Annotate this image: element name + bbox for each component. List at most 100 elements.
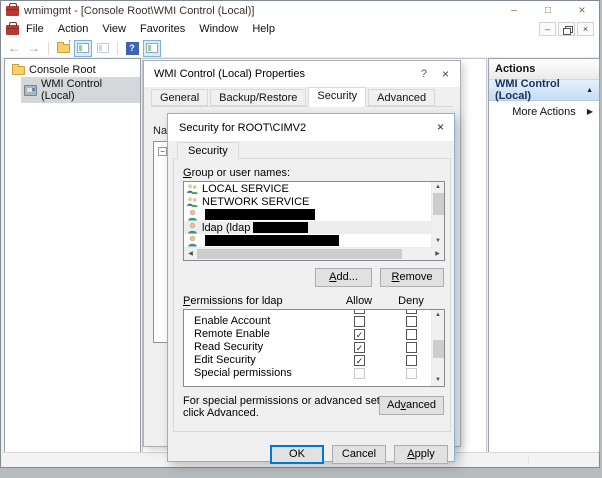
tab-advanced[interactable]: Advanced bbox=[368, 89, 436, 106]
user-row[interactable] bbox=[184, 208, 431, 221]
permission-name: Read Security bbox=[194, 341, 264, 353]
allow-checkbox[interactable] bbox=[354, 316, 365, 327]
forward-icon[interactable]: → bbox=[25, 40, 43, 57]
security-close-icon[interactable]: × bbox=[437, 120, 444, 134]
scroll-right-icon[interactable]: ▶ bbox=[431, 248, 444, 260]
up-one-level-icon[interactable]: ↑ bbox=[54, 36, 73, 57]
user-icon bbox=[188, 222, 197, 234]
deny-checkbox[interactable] bbox=[406, 355, 417, 366]
vertical-scrollbar[interactable]: ▲ ▼ bbox=[431, 182, 444, 247]
mdi-controls: – × bbox=[539, 22, 594, 36]
mdi-minimize-button[interactable]: – bbox=[539, 22, 556, 36]
actions-header: Actions bbox=[489, 59, 599, 80]
vertical-scrollbar[interactable]: ▲ ▼ bbox=[431, 310, 444, 386]
expand-right-icon: ▶ bbox=[586, 107, 593, 116]
user-name: NETWORK SERVICE bbox=[202, 195, 310, 208]
collapse-icon[interactable]: ▲ bbox=[586, 87, 593, 94]
redacted-bar bbox=[205, 235, 339, 246]
permission-row[interactable]: Special permissions bbox=[184, 367, 444, 380]
redacted-bar bbox=[205, 209, 315, 220]
mdi-restore-button[interactable] bbox=[558, 22, 575, 36]
actions-group-row[interactable]: WMI Control (Local) ▲ bbox=[489, 78, 599, 102]
scroll-down-icon[interactable]: ▼ bbox=[432, 375, 444, 386]
show-console-tree-icon[interactable] bbox=[74, 39, 92, 57]
allow-checkbox[interactable] bbox=[354, 310, 365, 314]
scrollbar-thumb[interactable] bbox=[433, 340, 444, 358]
maximize-button[interactable]: □ bbox=[531, 1, 565, 20]
permission-row[interactable]: Read Security ✓ bbox=[184, 341, 444, 354]
deny-checkbox[interactable] bbox=[406, 316, 417, 327]
user-row[interactable]: ldap (ldap bbox=[184, 221, 431, 234]
tab-backup-restore[interactable]: Backup/Restore bbox=[210, 89, 307, 106]
tab-security[interactable]: Security bbox=[308, 87, 367, 107]
add-button[interactable]: Add... bbox=[315, 268, 372, 287]
scroll-up-icon[interactable]: ▲ bbox=[432, 182, 444, 193]
menu-bar: File Action View Favorites Window Help –… bbox=[1, 20, 599, 39]
dialog-help-icon[interactable]: ? bbox=[421, 68, 427, 80]
more-actions-row[interactable]: More Actions ▶ bbox=[489, 101, 599, 122]
cancel-button[interactable]: Cancel bbox=[332, 445, 386, 464]
export-list-icon[interactable] bbox=[94, 40, 112, 57]
system-menu-icon[interactable] bbox=[6, 21, 19, 35]
dialog-close-icon[interactable]: × bbox=[442, 67, 449, 81]
help-icon[interactable]: ? bbox=[123, 40, 141, 57]
user-row[interactable] bbox=[184, 234, 431, 247]
advanced-note: For special permissions or advanced sett… bbox=[183, 395, 407, 419]
more-actions-label: More Actions bbox=[512, 105, 576, 118]
apply-button[interactable]: Apply bbox=[394, 445, 448, 464]
minimize-button[interactable]: – bbox=[497, 1, 531, 20]
advanced-button[interactable]: Advanced bbox=[379, 396, 444, 415]
toolbar-separator bbox=[117, 41, 118, 55]
user-name: ldap (ldap bbox=[202, 221, 251, 234]
allow-checkbox[interactable] bbox=[354, 368, 365, 379]
security-tab[interactable]: Security bbox=[177, 142, 239, 159]
remove-button[interactable]: Remove bbox=[380, 268, 444, 287]
toolbar-separator bbox=[48, 41, 49, 55]
deny-checkbox[interactable] bbox=[406, 329, 417, 340]
deny-checkbox[interactable] bbox=[406, 368, 417, 379]
permission-row[interactable]: Remote Enable ✓ bbox=[184, 328, 444, 341]
console-tree-pane: Console Root WMI Control (Local) bbox=[4, 58, 141, 453]
actions-pane: Actions WMI Control (Local) ▲ More Actio… bbox=[488, 58, 600, 453]
menu-window[interactable]: Window bbox=[192, 20, 245, 39]
title-bar: wmimgmt - [Console Root\WMI Control (Loc… bbox=[1, 1, 599, 20]
menu-file[interactable]: File bbox=[19, 20, 51, 39]
close-button[interactable]: × bbox=[565, 1, 599, 20]
tree-expander-icon[interactable]: − bbox=[158, 147, 167, 156]
group-user-names-label: Group or user names: bbox=[183, 167, 290, 179]
menu-view[interactable]: View bbox=[95, 20, 133, 39]
tab-general[interactable]: General bbox=[151, 89, 209, 106]
horizontal-scrollbar[interactable]: ◀ ▶ bbox=[184, 247, 444, 260]
scroll-left-icon[interactable]: ◀ bbox=[184, 248, 197, 260]
tree-item-wmi-control[interactable]: WMI Control (Local) bbox=[21, 77, 140, 103]
scroll-up-icon[interactable]: ▲ bbox=[432, 310, 444, 321]
user-icon bbox=[188, 235, 197, 247]
scrollbar-thumb[interactable] bbox=[433, 193, 444, 215]
menu-favorites[interactable]: Favorites bbox=[133, 20, 192, 39]
permissions-list: Enable Account Remote Enable ✓ Read Secu… bbox=[183, 309, 445, 387]
user-row[interactable]: LOCAL SERVICE bbox=[184, 182, 431, 195]
scroll-down-icon[interactable]: ▼ bbox=[432, 236, 444, 247]
permission-row[interactable]: Edit Security ✓ bbox=[184, 354, 444, 367]
allow-checkbox[interactable]: ✓ bbox=[354, 329, 365, 340]
deny-checkbox[interactable] bbox=[406, 310, 417, 314]
permission-row[interactable]: Enable Account bbox=[184, 315, 444, 328]
show-action-pane-icon[interactable] bbox=[143, 39, 161, 57]
user-row[interactable]: NETWORK SERVICE bbox=[184, 195, 431, 208]
scrollbar-thumb[interactable] bbox=[197, 249, 402, 259]
window-icon bbox=[77, 43, 89, 53]
allow-checkbox[interactable]: ✓ bbox=[354, 355, 365, 366]
mdi-close-button[interactable]: × bbox=[577, 22, 594, 36]
menu-help[interactable]: Help bbox=[245, 20, 282, 39]
question-mark-icon: ? bbox=[125, 41, 139, 55]
toolbar: ← → ↑ ? bbox=[1, 36, 599, 58]
allow-checkbox[interactable]: ✓ bbox=[354, 342, 365, 353]
menu-action[interactable]: Action bbox=[51, 20, 96, 39]
back-icon[interactable]: ← bbox=[5, 40, 23, 57]
tree-item-console-root[interactable]: Console Root bbox=[9, 63, 99, 77]
security-dialog: Security for ROOT\CIMV2 × Security Group… bbox=[167, 113, 455, 464]
up-arrow-icon: ↑ bbox=[67, 36, 73, 47]
permission-name: Enable Account bbox=[194, 315, 271, 327]
ok-button[interactable]: OK bbox=[270, 445, 324, 464]
deny-checkbox[interactable] bbox=[406, 342, 417, 353]
